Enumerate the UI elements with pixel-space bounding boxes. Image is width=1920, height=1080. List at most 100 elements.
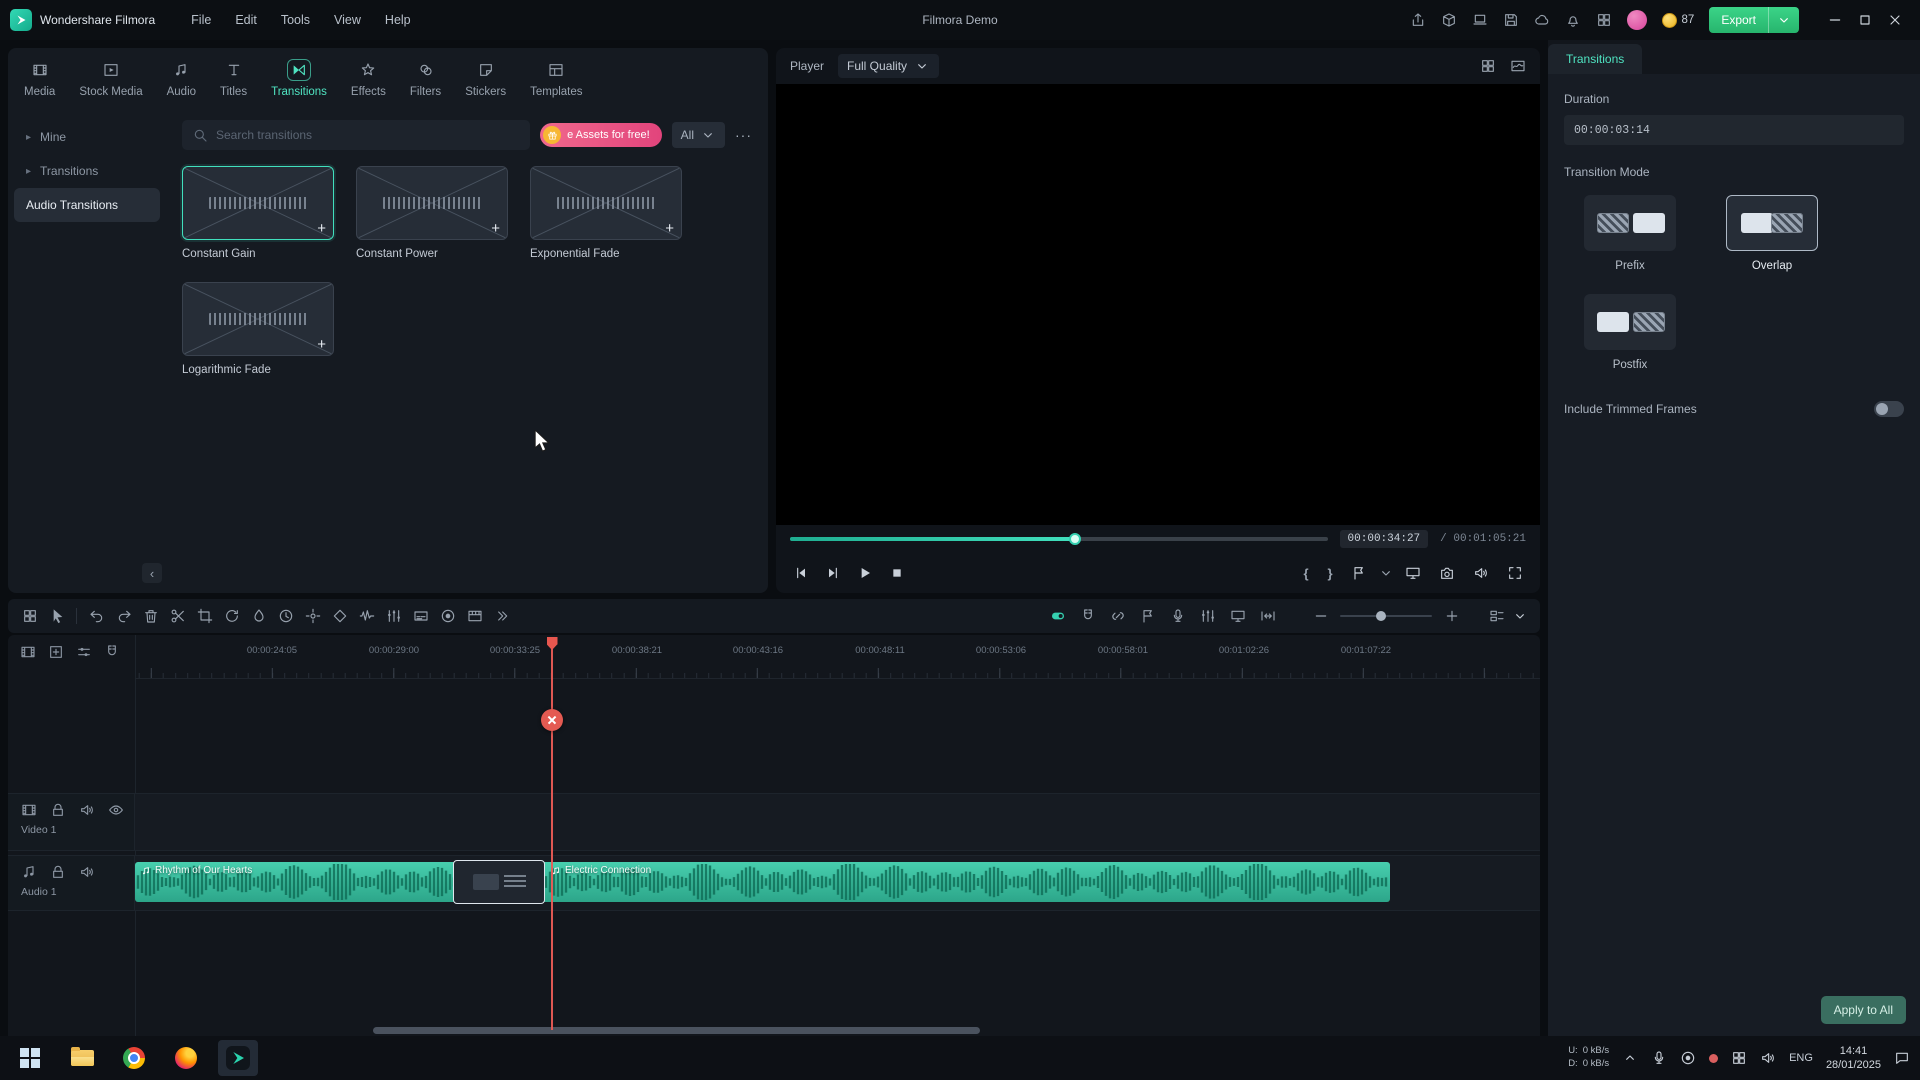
mark-in-icon[interactable]: { bbox=[1296, 566, 1316, 581]
mute-icon[interactable] bbox=[79, 864, 95, 880]
delete-button[interactable] bbox=[137, 603, 164, 630]
collapse-panel-button[interactable]: ‹ bbox=[142, 563, 162, 583]
crop-button[interactable] bbox=[191, 603, 218, 630]
filter-dropdown[interactable]: All bbox=[672, 122, 725, 148]
stop-button[interactable] bbox=[882, 558, 912, 588]
auto-ripple-toggle[interactable] bbox=[1044, 603, 1071, 630]
speed-button[interactable] bbox=[218, 603, 245, 630]
sidebar-item-transitions[interactable]: ▸Transitions bbox=[14, 154, 160, 188]
transition-card-exponential-fade[interactable]: + Exponential Fade bbox=[530, 166, 682, 260]
lock-icon[interactable] bbox=[50, 802, 66, 818]
start-button[interactable] bbox=[10, 1040, 50, 1076]
add-video-track-icon[interactable] bbox=[20, 644, 36, 660]
apply-to-all-button[interactable]: Apply to All bbox=[1821, 996, 1906, 1024]
add-plus-icon[interactable]: + bbox=[317, 221, 326, 236]
zoom-in-button[interactable] bbox=[1438, 603, 1465, 630]
clock[interactable]: 14:41 28/01/2025 bbox=[1826, 1044, 1881, 1073]
add-plus-icon[interactable]: + bbox=[317, 337, 326, 352]
mute-icon[interactable] bbox=[79, 802, 95, 818]
add-track-icon[interactable] bbox=[48, 644, 64, 660]
scopes-icon[interactable] bbox=[1510, 58, 1526, 74]
mode-prefix[interactable]: Prefix bbox=[1574, 195, 1686, 272]
visibility-icon[interactable] bbox=[108, 802, 124, 818]
quality-dropdown[interactable]: Full Quality bbox=[838, 54, 939, 78]
next-frame-button[interactable] bbox=[818, 558, 848, 588]
filmora-taskbar-button[interactable] bbox=[218, 1040, 258, 1076]
share-icon[interactable] bbox=[1410, 12, 1426, 28]
snapshot-button[interactable] bbox=[1432, 558, 1462, 588]
more-tools-button[interactable] bbox=[488, 603, 515, 630]
fit-timeline-button[interactable] bbox=[1254, 603, 1281, 630]
language-indicator[interactable]: ENG bbox=[1789, 1052, 1813, 1064]
magnet-icon[interactable] bbox=[104, 644, 120, 660]
include-trimmed-frames-toggle[interactable] bbox=[1874, 401, 1904, 417]
motion-tracking-button[interactable] bbox=[299, 603, 326, 630]
layout-presets-button[interactable] bbox=[16, 603, 43, 630]
tab-templates[interactable]: Templates bbox=[530, 59, 582, 103]
audio-clip[interactable]: Rhythm of Our Hearts Electric Connection bbox=[135, 862, 1390, 902]
select-tool-button[interactable] bbox=[43, 603, 70, 630]
search-box[interactable] bbox=[182, 120, 530, 150]
tab-media[interactable]: Media bbox=[24, 59, 55, 103]
preview-display-button[interactable] bbox=[1224, 603, 1251, 630]
coin-badge[interactable]: 87 bbox=[1662, 13, 1695, 28]
menu-view[interactable]: View bbox=[322, 13, 373, 27]
tab-stock-media[interactable]: Stock Media bbox=[79, 59, 142, 103]
close-button[interactable] bbox=[1880, 6, 1910, 34]
sidebar-item-audio-transitions[interactable]: Audio Transitions bbox=[14, 188, 160, 222]
notification-center-icon[interactable] bbox=[1894, 1050, 1910, 1066]
undo-button[interactable] bbox=[83, 603, 110, 630]
resources-icon[interactable] bbox=[1441, 12, 1457, 28]
apps-grid-icon[interactable] bbox=[1596, 12, 1612, 28]
mark-out-icon[interactable]: } bbox=[1320, 566, 1340, 581]
add-marker-button[interactable] bbox=[1134, 603, 1161, 630]
tab-transitions-properties[interactable]: Transitions bbox=[1548, 44, 1642, 74]
keyframe-button[interactable] bbox=[326, 603, 353, 630]
video-preview[interactable] bbox=[776, 84, 1540, 525]
search-input[interactable] bbox=[216, 128, 520, 142]
caret-down-icon[interactable] bbox=[1378, 565, 1394, 581]
caret-down-icon[interactable] bbox=[1512, 608, 1528, 624]
voiceover-button[interactable] bbox=[1164, 603, 1191, 630]
adjust-tracks-icon[interactable] bbox=[76, 644, 92, 660]
maximize-button[interactable] bbox=[1850, 6, 1880, 34]
duration-button[interactable] bbox=[272, 603, 299, 630]
fullscreen-button[interactable] bbox=[1500, 558, 1530, 588]
zoom-out-button[interactable] bbox=[1307, 603, 1334, 630]
export-caret-icon[interactable] bbox=[1769, 12, 1799, 28]
tab-stickers[interactable]: Stickers bbox=[465, 59, 506, 103]
tray-record-icon[interactable] bbox=[1680, 1050, 1696, 1066]
mode-postfix[interactable]: Postfix bbox=[1574, 294, 1686, 371]
audio-stretch-button[interactable] bbox=[353, 603, 380, 630]
snap-toggle[interactable] bbox=[1074, 603, 1101, 630]
sidebar-item-mine[interactable]: ▸Mine bbox=[14, 120, 160, 154]
add-plus-icon[interactable]: + bbox=[491, 221, 500, 236]
audio-transition-overlay[interactable] bbox=[453, 860, 545, 904]
volume-button[interactable] bbox=[1466, 558, 1496, 588]
export-button[interactable]: Export bbox=[1709, 7, 1799, 33]
notification-icon[interactable] bbox=[1565, 12, 1581, 28]
mixer-button[interactable] bbox=[1194, 603, 1221, 630]
transition-card-constant-gain[interactable]: + Constant Gain bbox=[182, 166, 334, 260]
playhead-x-badge[interactable] bbox=[541, 709, 563, 731]
tray-expand-icon[interactable] bbox=[1622, 1050, 1638, 1066]
lock-icon[interactable] bbox=[50, 864, 66, 880]
tray-mic-icon[interactable] bbox=[1651, 1050, 1667, 1066]
auto-caption-button[interactable] bbox=[407, 603, 434, 630]
render-preview-button[interactable] bbox=[461, 603, 488, 630]
cloud-icon[interactable] bbox=[1534, 12, 1550, 28]
timeline-ruler[interactable]: 00:00:24:05 00:00:29:00 00:00:33:25 00:0… bbox=[135, 635, 1540, 679]
video-lane[interactable] bbox=[135, 794, 1540, 850]
minimize-button[interactable] bbox=[1820, 6, 1850, 34]
transition-card-logarithmic-fade[interactable]: + Logarithmic Fade bbox=[182, 282, 334, 376]
screen-record-button[interactable] bbox=[434, 603, 461, 630]
track-manager-button[interactable] bbox=[1483, 603, 1510, 630]
save-icon[interactable] bbox=[1503, 12, 1519, 28]
play-button[interactable] bbox=[850, 558, 880, 588]
zoom-knob[interactable] bbox=[1376, 611, 1386, 621]
split-button[interactable] bbox=[164, 603, 191, 630]
audio-mixer-button[interactable] bbox=[380, 603, 407, 630]
tray-network-icon[interactable] bbox=[1731, 1050, 1747, 1066]
tray-status-icon[interactable] bbox=[1709, 1054, 1718, 1063]
tab-transitions[interactable]: Transitions bbox=[271, 59, 327, 103]
